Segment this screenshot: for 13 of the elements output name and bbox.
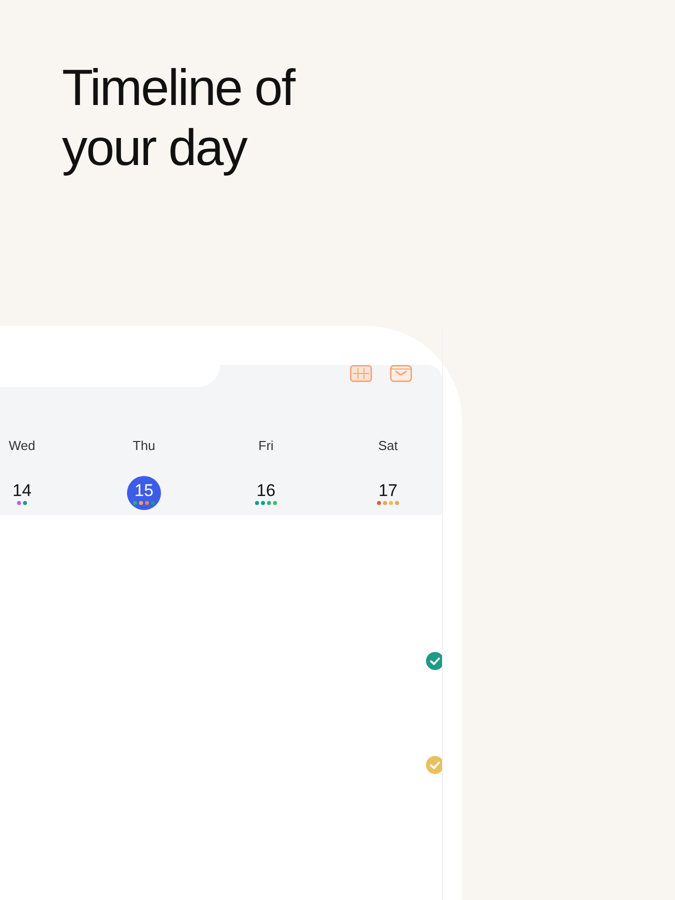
date-cell[interactable]: 17	[371, 476, 405, 510]
weekday-label: Thu	[132, 438, 156, 454]
tray-icon[interactable]	[390, 365, 412, 382]
check-icon[interactable]	[426, 652, 442, 670]
date-cell[interactable]: 14	[5, 476, 39, 510]
weekday-label: Fri	[258, 438, 274, 454]
page-title: Timeline of your day	[62, 58, 296, 178]
date-cell[interactable]: 16	[249, 476, 283, 510]
weekday-label: Sat	[378, 438, 398, 454]
weekday-label: Wed	[8, 438, 36, 454]
check-icon[interactable]	[426, 756, 442, 774]
date-cell[interactable]: 15	[127, 476, 161, 510]
calendar-icon[interactable]	[350, 365, 372, 382]
